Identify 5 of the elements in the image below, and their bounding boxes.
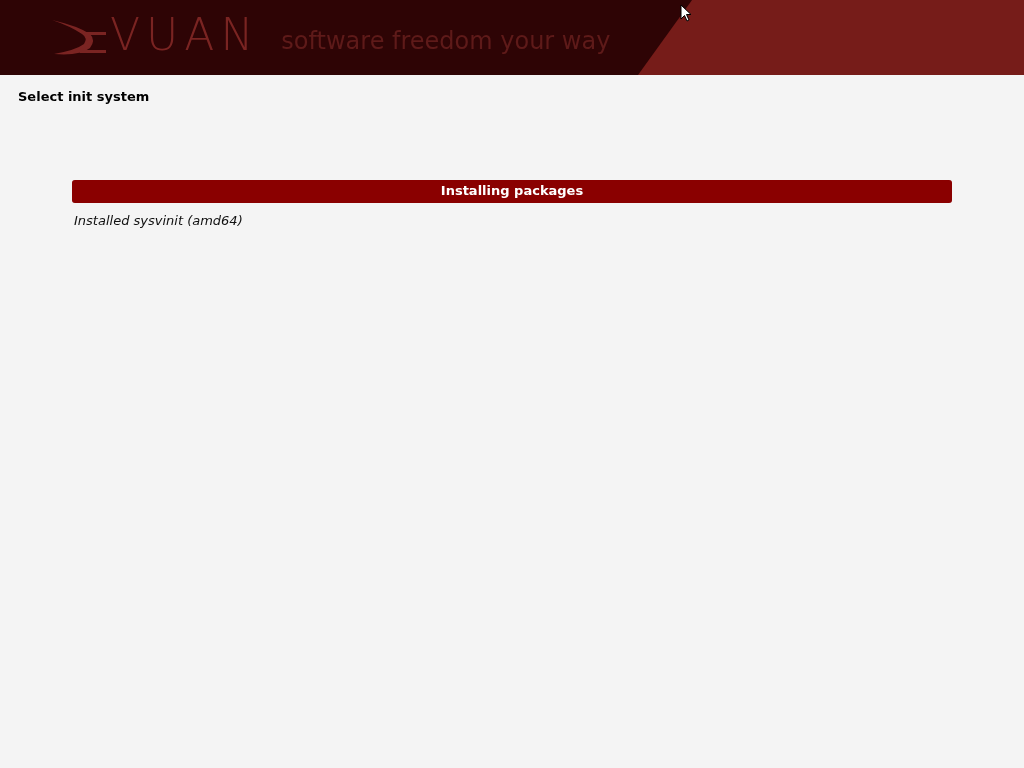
mouse-cursor-icon — [680, 4, 692, 22]
status-text: Installed sysvinit (amd64) — [74, 211, 244, 230]
progress-label: Installing packages — [440, 182, 584, 201]
page-title: Select init system — [18, 88, 151, 106]
logo-wordmark: VUAN — [110, 12, 260, 57]
